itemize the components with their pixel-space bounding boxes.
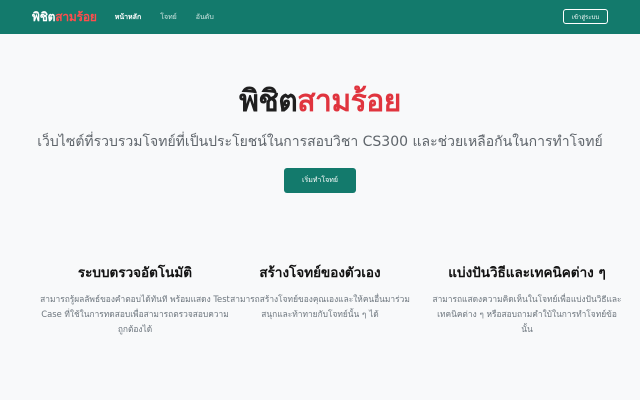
brand-logo[interactable]: พิชิตสามร้อย [32, 8, 97, 27]
brand-part1: พิชิต [32, 9, 56, 24]
feature-share-techniques: แบ่งปันวิธีและเทคนิคต่าง ๆ สามารถแสดงควา… [432, 262, 622, 337]
start-button[interactable]: เริ่มทำโจทย์ [284, 168, 356, 193]
feature-auto-grading: ระบบตรวจอัตโนมัติ สามารถรู้ผลลัพธ์ของคำต… [40, 262, 230, 337]
feature-description: สามารถแสดงความคิดเห็นในโจทย์เพื่อแบ่งปัน… [432, 294, 622, 334]
hero-title-part2: สามร้อย [297, 84, 401, 119]
brand-part2: สามร้อย [55, 9, 97, 24]
top-navbar: พิชิตสามร้อย หน้าหลัก โจทย์ อันดับ เข้าส… [0, 0, 640, 34]
feature-description: สามารถรู้ผลลัพธ์ของคำตอบได้ทันที พร้อมแส… [40, 294, 230, 334]
hero-subtitle: เว็บไซต์ที่รวบรวมโจทย์ที่เป็นประโยชน์ในก… [37, 134, 603, 150]
hero-title: พิชิตสามร้อย [0, 82, 640, 122]
nav-link-problems[interactable]: โจทย์ [160, 12, 177, 23]
login-button[interactable]: เข้าสู่ระบบ [563, 9, 608, 24]
feature-description: สามารถสร้างโจทย์ของคุณเองและให้คนอื่นมาร… [230, 294, 410, 319]
feature-title: แบ่งปันวิธีและเทคนิคต่าง ๆ [448, 265, 606, 281]
feature-title: ระบบตรวจอัตโนมัติ [77, 265, 193, 281]
feature-title: สร้างโจทย์ของตัวเอง [259, 265, 381, 281]
feature-create-problems: สร้างโจทย์ของตัวเอง สามารถสร้างโจทย์ของค… [225, 262, 415, 322]
nav-link-home[interactable]: หน้าหลัก [115, 12, 141, 23]
hero-title-part1: พิชิต [239, 84, 298, 119]
nav-links: หน้าหลัก โจทย์ อันดับ [115, 12, 214, 23]
nav-link-ranking[interactable]: อันดับ [196, 12, 214, 23]
